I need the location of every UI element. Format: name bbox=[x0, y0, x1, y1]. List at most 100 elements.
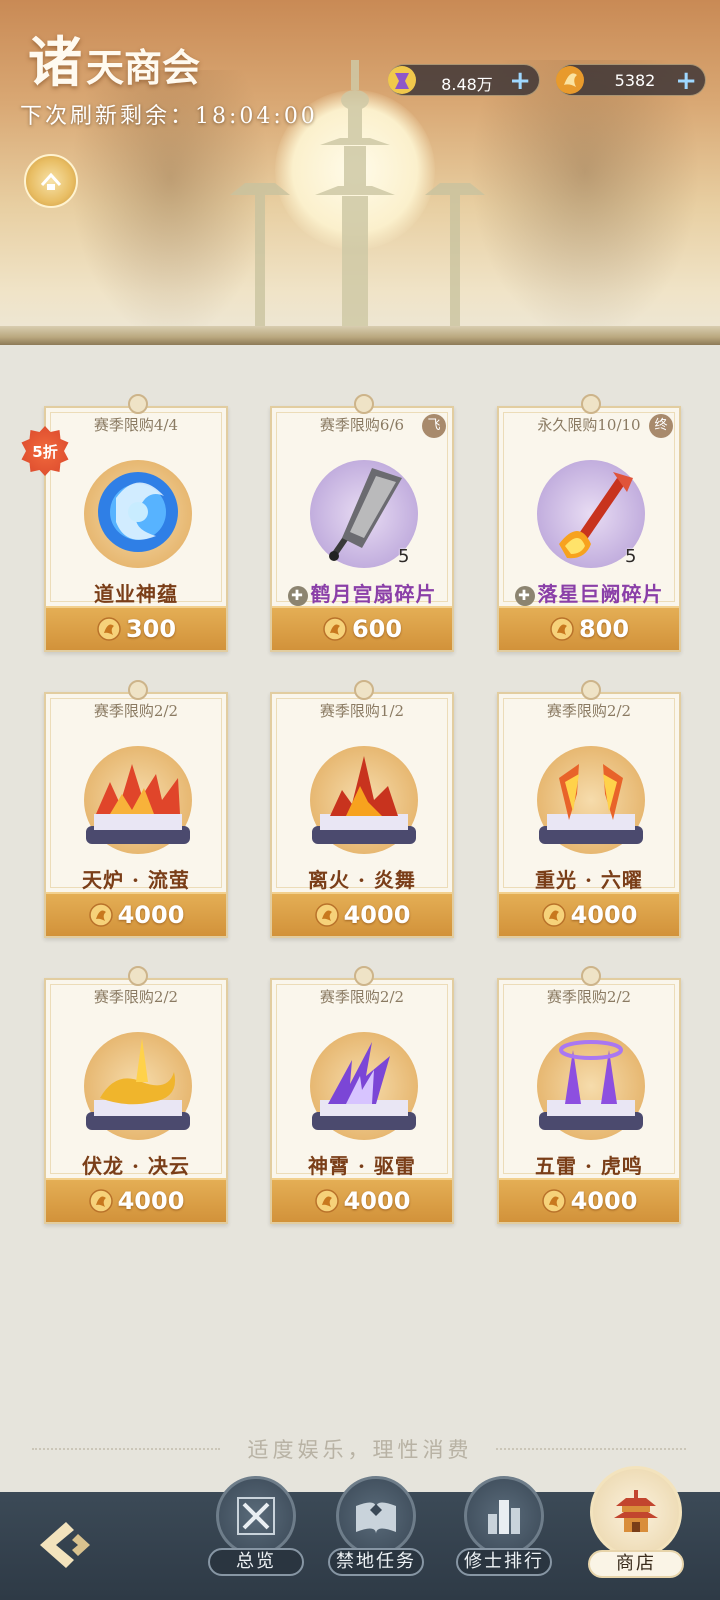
item-price: 4000 bbox=[570, 1187, 638, 1215]
buy-button[interactable]: 4000 bbox=[46, 892, 226, 936]
card-knob bbox=[128, 966, 148, 986]
item-name-text: 神霄 · 驱雷 bbox=[308, 1154, 416, 1178]
item-price: 4000 bbox=[343, 1187, 411, 1215]
flame-scroll-icon bbox=[312, 756, 416, 844]
item-name: 天炉 · 流萤 bbox=[46, 864, 226, 893]
banner-border bbox=[0, 326, 720, 345]
purchase-limit: 赛季限购2/2 bbox=[93, 988, 179, 1006]
title-first-char: 诸 bbox=[28, 30, 82, 94]
item-price: 4000 bbox=[117, 901, 185, 929]
buy-button[interactable]: 4000 bbox=[46, 1178, 226, 1222]
shop-item-card[interactable]: 永久限购10/10 终 5 ✚ 落星巨阙碎片 800 bbox=[497, 394, 681, 652]
nav-overview-label: 总览 bbox=[208, 1548, 304, 1576]
gold-coin-icon bbox=[97, 617, 121, 641]
buy-button[interactable]: 300 bbox=[46, 606, 226, 650]
nav-shop-label: 商店 bbox=[588, 1550, 684, 1578]
lantern-pillar-right bbox=[425, 183, 485, 335]
card-knob bbox=[128, 680, 148, 700]
back-button[interactable] bbox=[28, 1510, 98, 1580]
item-price: 4000 bbox=[117, 1187, 185, 1215]
nav-shop[interactable]: 商店 bbox=[588, 1466, 684, 1578]
blue-orb-icon bbox=[98, 472, 178, 552]
buy-button[interactable]: 4000 bbox=[272, 1178, 452, 1222]
item-name-text: 落星巨阙碎片 bbox=[537, 582, 664, 606]
add-jade-button[interactable]: + bbox=[509, 66, 531, 96]
buy-button[interactable]: 800 bbox=[499, 606, 679, 650]
purchase-limit: 赛季限购1/2 bbox=[319, 702, 405, 720]
currency-coin: 5382 + bbox=[556, 64, 706, 96]
collapse-button[interactable] bbox=[24, 154, 78, 208]
purchase-limit: 赛季限购4/4 bbox=[93, 416, 179, 434]
item-name: 五雷 · 虎鸣 bbox=[499, 1150, 679, 1179]
card-knob bbox=[354, 680, 374, 700]
gold-coin-icon bbox=[88, 903, 113, 927]
buy-button[interactable]: 4000 bbox=[499, 892, 679, 936]
lantern-pillar-left bbox=[230, 183, 290, 335]
nav-overview[interactable]: 总览 bbox=[208, 1476, 304, 1576]
nav-forbidden-tasks-label: 禁地任务 bbox=[328, 1548, 424, 1576]
gold-coin-icon bbox=[88, 1189, 113, 1213]
character-right bbox=[470, 60, 700, 340]
gold-coin-icon bbox=[314, 903, 339, 927]
ranking-icon bbox=[464, 1476, 544, 1556]
nav-forbidden-tasks[interactable]: 禁地任务 bbox=[328, 1476, 424, 1576]
buy-button[interactable]: 4000 bbox=[499, 1178, 679, 1222]
gold-coin-icon bbox=[541, 903, 566, 927]
purchase-limit: 赛季限购2/2 bbox=[546, 702, 632, 720]
arrow-scroll-icon bbox=[539, 764, 643, 844]
item-name: 离火 · 炎舞 bbox=[272, 864, 452, 893]
gold-coin-icon bbox=[323, 617, 347, 641]
shop-item-card[interactable]: 赛季限购6/6 飞 5 ✚ 鹤月宫扇碎片 600 bbox=[270, 394, 454, 652]
shop-pavilion-icon bbox=[590, 1466, 682, 1558]
fire-scroll-icon bbox=[86, 764, 190, 844]
purple-jade-icon bbox=[388, 66, 416, 94]
dragon-scroll-icon bbox=[86, 1038, 190, 1130]
card-knob bbox=[128, 394, 148, 414]
shop-item-card[interactable]: 赛季限购2/2 伏龙 · 决云 4000 bbox=[44, 966, 228, 1224]
motto-divider-right bbox=[496, 1448, 686, 1450]
card-knob bbox=[354, 966, 374, 986]
item-name: 神霄 · 驱雷 bbox=[272, 1150, 452, 1179]
item-price: 4000 bbox=[343, 901, 411, 929]
refresh-timer: 下次刷新剩余：18:04:00 bbox=[20, 104, 318, 129]
add-coin-button[interactable]: + bbox=[675, 66, 697, 96]
nav-ranking[interactable]: 修士排行 bbox=[456, 1476, 552, 1576]
shop-item-card[interactable]: 赛季限购2/2 五雷 · 虎鸣 4000 bbox=[497, 966, 681, 1224]
currency-jade: 8.48万 + bbox=[388, 64, 540, 96]
pagoda-illustration bbox=[315, 60, 395, 340]
card-knob bbox=[581, 680, 601, 700]
item-name-text: 道业神蕴 bbox=[94, 582, 178, 606]
card-knob bbox=[581, 966, 601, 986]
shop-item-card[interactable]: 赛季限购4/4 道业神蕴 300 bbox=[44, 394, 228, 652]
shop-item-card[interactable]: 赛季限购2/2 重光 · 六曜 4000 bbox=[497, 680, 681, 938]
item-name: ✚ 落星巨阙碎片 bbox=[499, 578, 679, 607]
shop-item-card[interactable]: 赛季限购2/2 神霄 · 驱雷 4000 bbox=[270, 966, 454, 1224]
item-name-text: 重光 · 六曜 bbox=[535, 868, 643, 892]
item-tag-badge: 飞 bbox=[422, 414, 446, 438]
thunder-scroll-icon bbox=[312, 1042, 416, 1130]
buy-button[interactable]: 600 bbox=[272, 606, 452, 650]
item-name-text: 离火 · 炎舞 bbox=[308, 868, 416, 892]
item-name-text: 天炉 · 流萤 bbox=[82, 868, 190, 892]
shop-item-card[interactable]: 赛季限购2/2 天炉 · 流萤 4000 bbox=[44, 680, 228, 938]
book-icon bbox=[336, 1476, 416, 1556]
item-name-text: 伏龙 · 决云 bbox=[82, 1154, 190, 1178]
currency-jade-value: 8.48万 bbox=[441, 75, 493, 94]
gold-coin-icon bbox=[550, 617, 574, 641]
item-quantity: 5 bbox=[398, 546, 410, 567]
item-price: 600 bbox=[351, 615, 403, 643]
item-price: 800 bbox=[578, 615, 630, 643]
purchase-limit: 赛季限购2/2 bbox=[319, 988, 405, 1006]
purchase-limit: 赛季限购2/2 bbox=[93, 702, 179, 720]
item-quantity: 5 bbox=[625, 546, 637, 567]
currency-coin-value: 5382 bbox=[614, 71, 656, 90]
fragment-icon: ✚ bbox=[514, 586, 535, 606]
crossed-swords-icon bbox=[216, 1476, 296, 1556]
buy-button[interactable]: 4000 bbox=[272, 892, 452, 936]
purchase-limit: 赛季限购2/2 bbox=[546, 988, 632, 1006]
fragment-icon: ✚ bbox=[287, 586, 308, 606]
gold-coin-icon bbox=[556, 66, 584, 94]
gold-coin-icon bbox=[541, 1189, 566, 1213]
item-name: ✚ 鹤月宫扇碎片 bbox=[272, 578, 452, 607]
shop-item-card[interactable]: 赛季限购1/2 离火 · 炎舞 4000 bbox=[270, 680, 454, 938]
